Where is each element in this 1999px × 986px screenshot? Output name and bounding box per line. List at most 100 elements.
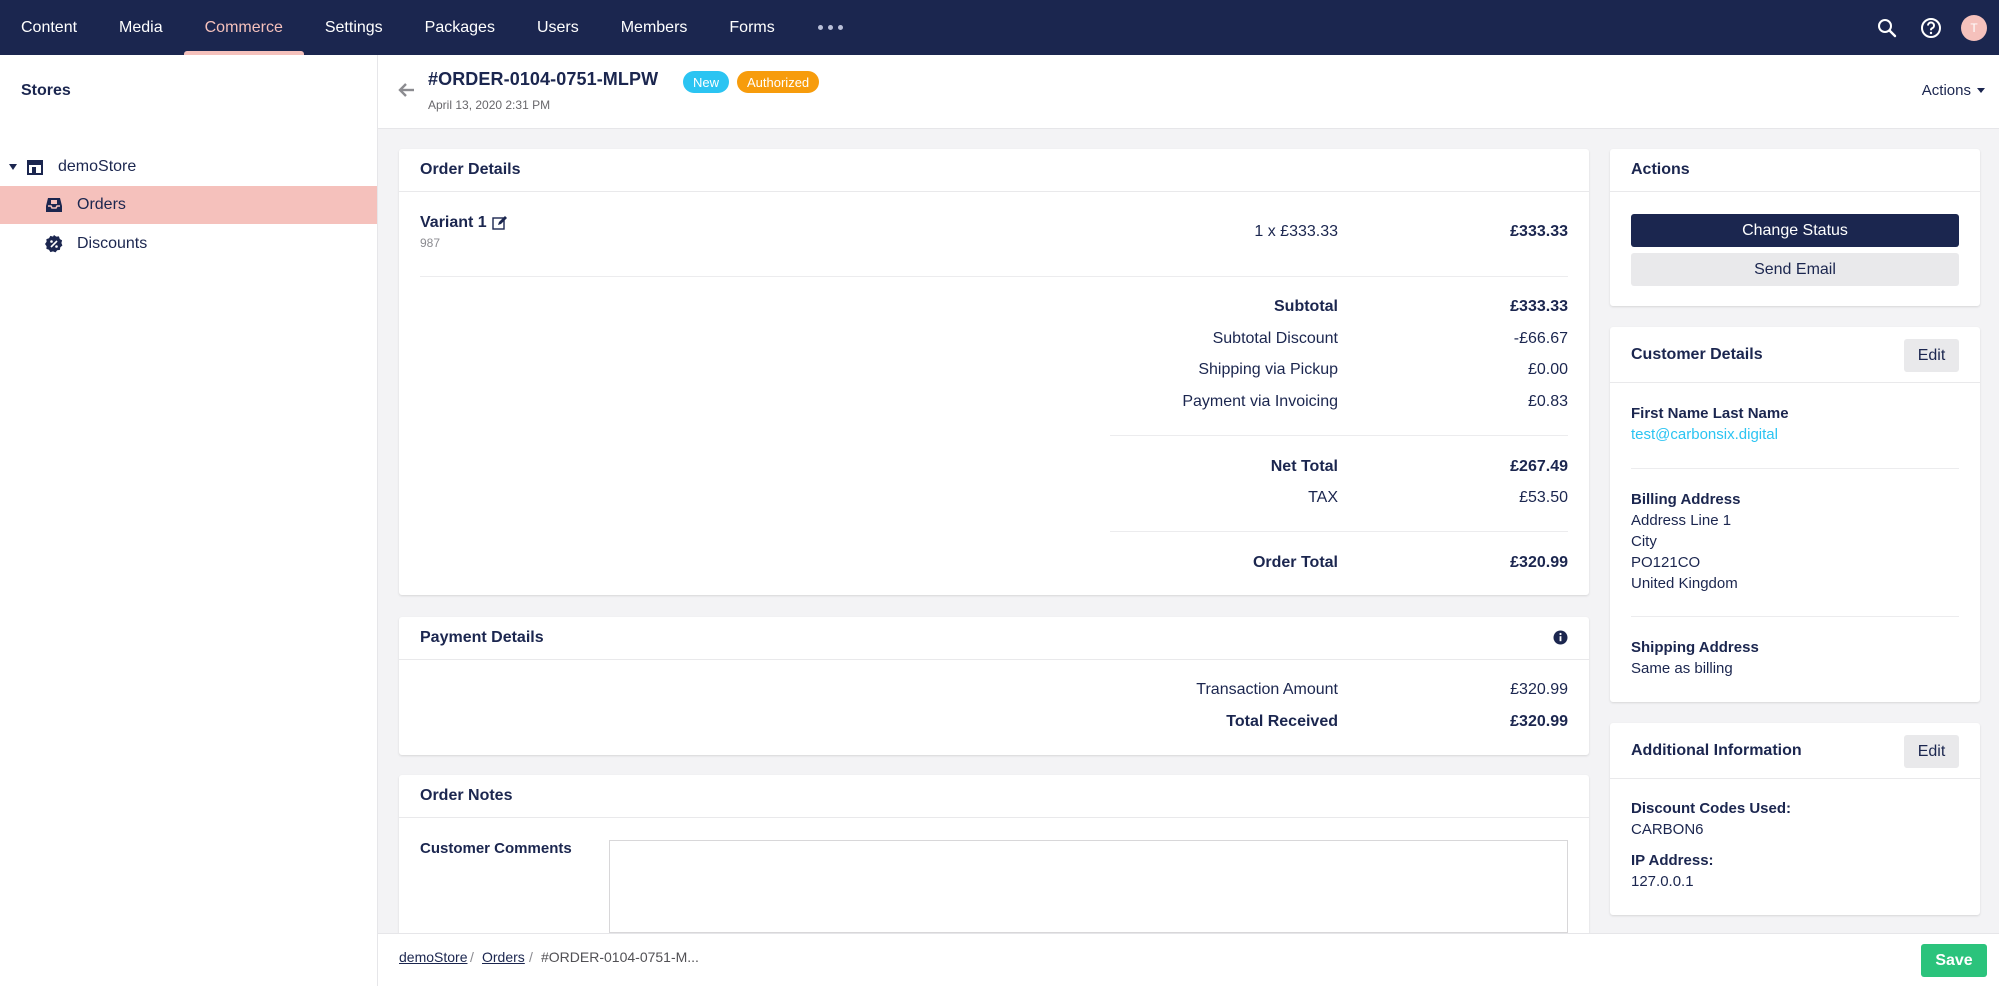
- sidebar-item-label: Discounts: [77, 235, 148, 252]
- panel-title: Order Notes: [399, 775, 1589, 818]
- breadcrumb-separator: /: [529, 949, 533, 965]
- nav-item-content[interactable]: Content: [0, 0, 98, 55]
- sidebar-item-discounts[interactable]: Discounts: [0, 225, 377, 263]
- breadcrumb-item-current: #ORDER-0104-0751-M...: [541, 949, 699, 965]
- main-nav: Content Media Commerce Settings Packages…: [0, 0, 865, 55]
- panel-title-text: Customer Details: [1631, 345, 1763, 363]
- search-icon[interactable]: [1865, 0, 1909, 55]
- avatar[interactable]: T: [1961, 14, 1987, 41]
- transaction-amount-value: £320.99: [1510, 681, 1568, 698]
- panel-title: Payment Details: [399, 617, 1589, 660]
- edit-additional-info-button[interactable]: Edit: [1904, 735, 1959, 768]
- net-total-value: £267.49: [1510, 458, 1568, 475]
- divider: [1110, 435, 1568, 436]
- nav-item-media[interactable]: Media: [98, 0, 184, 55]
- breadcrumb-separator: /: [470, 949, 474, 965]
- divider: [1631, 616, 1959, 617]
- subtotal-discount-label: Subtotal Discount: [1212, 330, 1338, 347]
- line-item-qty-price: 1 x £333.33: [1254, 223, 1338, 240]
- breadcrumb-item-demostore[interactable]: demoStore: [399, 949, 467, 965]
- panel-title-text: Additional Information: [1631, 741, 1802, 759]
- nav-item-packages[interactable]: Packages: [404, 0, 516, 55]
- ip-address-label: IP Address:: [1631, 852, 1714, 869]
- subtotal-label: Subtotal: [1274, 298, 1338, 315]
- actions-panel: Actions Change Status Send Email: [1610, 149, 1980, 306]
- store-icon: [25, 157, 45, 177]
- divider: [420, 276, 1568, 277]
- ip-address-value: 127.0.0.1: [1631, 873, 1694, 890]
- subtotal-discount-value: -£66.67: [1513, 330, 1568, 347]
- more-icon[interactable]: [796, 0, 865, 55]
- edit-customer-button[interactable]: Edit: [1904, 339, 1959, 372]
- actions-dropdown-label: Actions: [1921, 82, 1971, 99]
- save-button[interactable]: Save: [1921, 944, 1987, 977]
- line-item-name: Variant 1: [420, 214, 487, 231]
- nav-item-commerce[interactable]: Commerce: [183, 0, 305, 55]
- billing-line1: Address Line 1: [1631, 512, 1732, 529]
- status-badge-new: New: [683, 71, 730, 93]
- customer-comments-label: Customer Comments: [420, 840, 572, 857]
- status-badge-authorized: Authorized: [737, 71, 820, 93]
- change-status-button[interactable]: Change Status: [1631, 214, 1959, 247]
- billing-address-title: Billing Address: [1631, 491, 1741, 508]
- line-item-total: £333.33: [1510, 223, 1568, 240]
- order-total-label: Order Total: [1252, 554, 1338, 571]
- sidebar-item-orders[interactable]: Orders: [0, 186, 377, 224]
- payment-label: Payment via Invoicing: [1182, 393, 1338, 410]
- panel-title: Order Details: [399, 149, 1589, 192]
- total-received-value: £320.99: [1510, 713, 1568, 730]
- billing-city: City: [1631, 533, 1657, 550]
- subtotal-value: £333.33: [1510, 298, 1568, 315]
- shipping-value: £0.00: [1527, 361, 1568, 378]
- actions-dropdown[interactable]: Actions: [1922, 82, 1985, 99]
- chevron-down-icon: [1977, 88, 1985, 93]
- send-email-button[interactable]: Send Email: [1631, 253, 1959, 286]
- nav-item-members[interactable]: Members: [600, 0, 709, 55]
- sidebar-item-label: Orders: [77, 196, 126, 213]
- net-total-label: Net Total: [1270, 458, 1338, 475]
- top-right-tools: T: [1865, 0, 1999, 55]
- info-icon[interactable]: [1553, 630, 1568, 645]
- billing-postcode: PO121CO: [1631, 554, 1701, 571]
- sidebar-title: Stores: [21, 82, 71, 99]
- orders-inbox-icon: [44, 195, 64, 215]
- discount-badge-icon: [44, 234, 64, 254]
- caret-down-icon[interactable]: [9, 164, 17, 170]
- tax-value: £53.50: [1519, 489, 1568, 506]
- tree-item-label: demoStore: [58, 158, 137, 175]
- tax-label: TAX: [1308, 489, 1338, 506]
- customer-details-panel: Customer Details Edit First Name Last Na…: [1610, 327, 1980, 702]
- order-total-value: £320.99: [1510, 554, 1568, 571]
- nav-item-users[interactable]: Users: [516, 0, 600, 55]
- order-date: April 13, 2020 2:31 PM: [428, 98, 551, 112]
- sidebar: Stores demoStore Orders Discounts: [0, 55, 378, 986]
- divider: [1631, 468, 1959, 469]
- breadcrumb-item-orders[interactable]: Orders: [482, 949, 525, 965]
- order-header: #ORDER-0104-0751-MLPW New Authorized Apr…: [378, 55, 1999, 129]
- shipping-label: Shipping via Pickup: [1198, 361, 1338, 378]
- nav-item-settings[interactable]: Settings: [304, 0, 404, 55]
- edit-icon[interactable]: [492, 215, 508, 231]
- order-details-panel: Order Details Variant 1 987 1 x £333.33 …: [399, 149, 1589, 595]
- discount-codes-value: CARBON6: [1631, 821, 1704, 838]
- shipping-address-title: Shipping Address: [1631, 639, 1759, 656]
- payment-value: £0.83: [1527, 393, 1568, 410]
- additional-information-panel: Additional Information Edit Discount Cod…: [1610, 723, 1980, 915]
- order-notes-panel: Order Notes Customer Comments: [399, 775, 1589, 933]
- nav-item-forms[interactable]: Forms: [708, 0, 795, 55]
- page-title: #ORDER-0104-0751-MLPW: [428, 69, 659, 89]
- top-navigation-bar: Content Media Commerce Settings Packages…: [0, 0, 1999, 55]
- back-arrow-icon[interactable]: [398, 81, 416, 99]
- tree-item-demostore[interactable]: demoStore: [0, 148, 377, 186]
- payment-details-panel: Payment Details Transaction Amount £320.…: [399, 617, 1589, 755]
- discount-codes-label: Discount Codes Used:: [1631, 800, 1792, 817]
- customer-email-link[interactable]: test@carbonsix.digital: [1631, 426, 1778, 443]
- help-icon[interactable]: [1909, 0, 1953, 55]
- customer-name: First Name Last Name: [1631, 405, 1789, 422]
- customer-comments-textarea[interactable]: [609, 840, 1568, 933]
- billing-country: United Kingdom: [1631, 575, 1738, 592]
- divider: [1110, 531, 1568, 532]
- transaction-amount-label: Transaction Amount: [1196, 681, 1338, 698]
- line-item-sku: 987: [420, 236, 441, 250]
- footer-bar: demoStore / Orders / #ORDER-0104-0751-M.…: [378, 933, 1999, 986]
